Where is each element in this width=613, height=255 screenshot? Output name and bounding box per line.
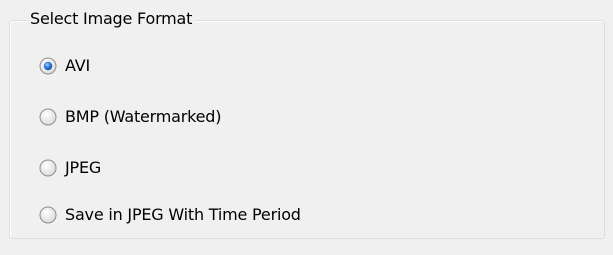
radio-option-label: JPEG <box>65 158 102 177</box>
radio-option-label: AVI <box>65 56 90 75</box>
radio-option-bmp-watermarked[interactable]: BMP (Watermarked) <box>39 105 221 129</box>
radio-unselected-icon[interactable] <box>39 206 57 224</box>
radio-option-save-jpeg-time-period[interactable]: Save in JPEG With Time Period <box>39 203 301 227</box>
radio-option-label: Save in JPEG With Time Period <box>65 205 301 224</box>
groupbox-title: Select Image Format <box>27 9 196 29</box>
radio-option-avi[interactable]: AVI <box>39 54 90 78</box>
radio-unselected-icon[interactable] <box>39 159 57 177</box>
radio-option-label: BMP (Watermarked) <box>65 107 222 126</box>
radio-selected-icon[interactable] <box>39 57 57 75</box>
radio-unselected-icon[interactable] <box>39 108 57 126</box>
radio-option-jpeg[interactable]: JPEG <box>39 156 101 180</box>
